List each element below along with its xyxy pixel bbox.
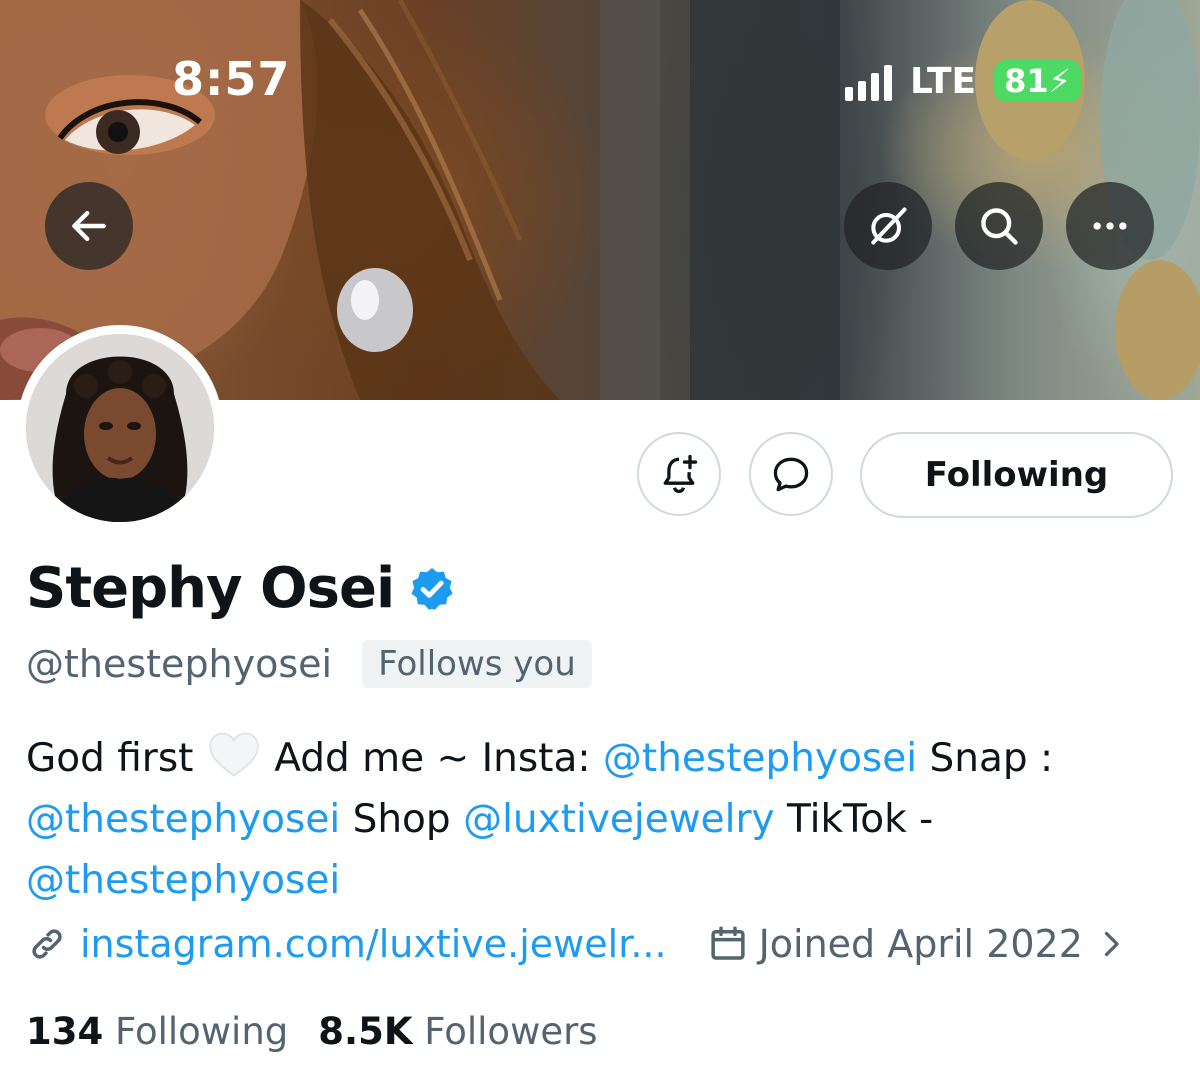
search-button[interactable] [955, 182, 1043, 270]
following-button[interactable]: Following [860, 432, 1173, 518]
grok-button[interactable] [844, 182, 932, 270]
white-heart-icon [209, 732, 259, 777]
handle: @thestephyosei [26, 642, 333, 686]
status-time: 8:57 [172, 52, 291, 106]
verified-badge-icon[interactable] [408, 565, 456, 613]
message-button[interactable] [749, 432, 833, 516]
link-icon [32, 929, 62, 959]
bio-text: Snap : [929, 736, 1054, 781]
joined-date[interactable]: Joined April 2022 [707, 922, 1129, 966]
joined-text: Joined April 2022 [758, 922, 1083, 966]
more-button[interactable] [1066, 182, 1154, 270]
search-icon [981, 208, 1018, 245]
bio-mention[interactable]: @thestephyosei [603, 736, 917, 781]
network-type: LTE [910, 60, 977, 102]
follow-stats: 134 Following 8.5K Followers [26, 1010, 598, 1053]
message-icon [773, 457, 809, 492]
display-name: Stephy Osei [26, 556, 456, 621]
grok-icon [871, 207, 907, 245]
profile-meta: instagram.com/luxtive.jewelr... Joined A… [26, 922, 1129, 966]
chevron-right-icon [1104, 931, 1119, 957]
followers-stat[interactable]: 8.5K Followers [318, 1010, 597, 1053]
display-name-text: Stephy Osei [26, 556, 395, 621]
battery-icon: 81⚡ [994, 60, 1082, 102]
avatar[interactable] [17, 325, 223, 531]
bio-text: Add me ~ Insta: [274, 736, 591, 781]
website-link[interactable]: instagram.com/luxtive.jewelr... [80, 922, 667, 966]
bio-text: God first [26, 736, 194, 781]
followers-count: 8.5K [318, 1010, 413, 1053]
back-button[interactable] [45, 182, 133, 270]
bell-plus-icon [663, 454, 698, 494]
bio-text: Shop [352, 797, 451, 842]
battery-level: 81 [1004, 62, 1049, 100]
profile-banner[interactable]: 8:57 LTE 81⚡ [0, 0, 1200, 400]
following-label: Following [115, 1010, 289, 1053]
signal-icon [845, 61, 892, 101]
calendar-icon [710, 926, 745, 960]
more-icon [1093, 222, 1127, 230]
follows-you-badge: Follows you [362, 640, 592, 688]
bio-mention[interactable]: @thestephyosei [26, 797, 340, 842]
bio-mention[interactable]: @thestephyosei [26, 858, 340, 903]
bio-mention[interactable]: @luxtivejewelry [463, 797, 775, 842]
bio-text: TikTok - [787, 797, 934, 842]
bio: God first Add me ~ Insta: @thestephyosei… [26, 728, 1166, 911]
notifications-button[interactable] [637, 432, 721, 516]
avatar-image [26, 334, 214, 522]
arrow-left-icon [72, 210, 106, 242]
handle-row: @thestephyosei Follows you [26, 640, 592, 688]
following-count: 134 [26, 1010, 104, 1053]
status-indicators: LTE 81⚡ [845, 60, 1082, 102]
followers-label: Followers [424, 1010, 598, 1053]
following-stat[interactable]: 134 Following [26, 1010, 288, 1053]
